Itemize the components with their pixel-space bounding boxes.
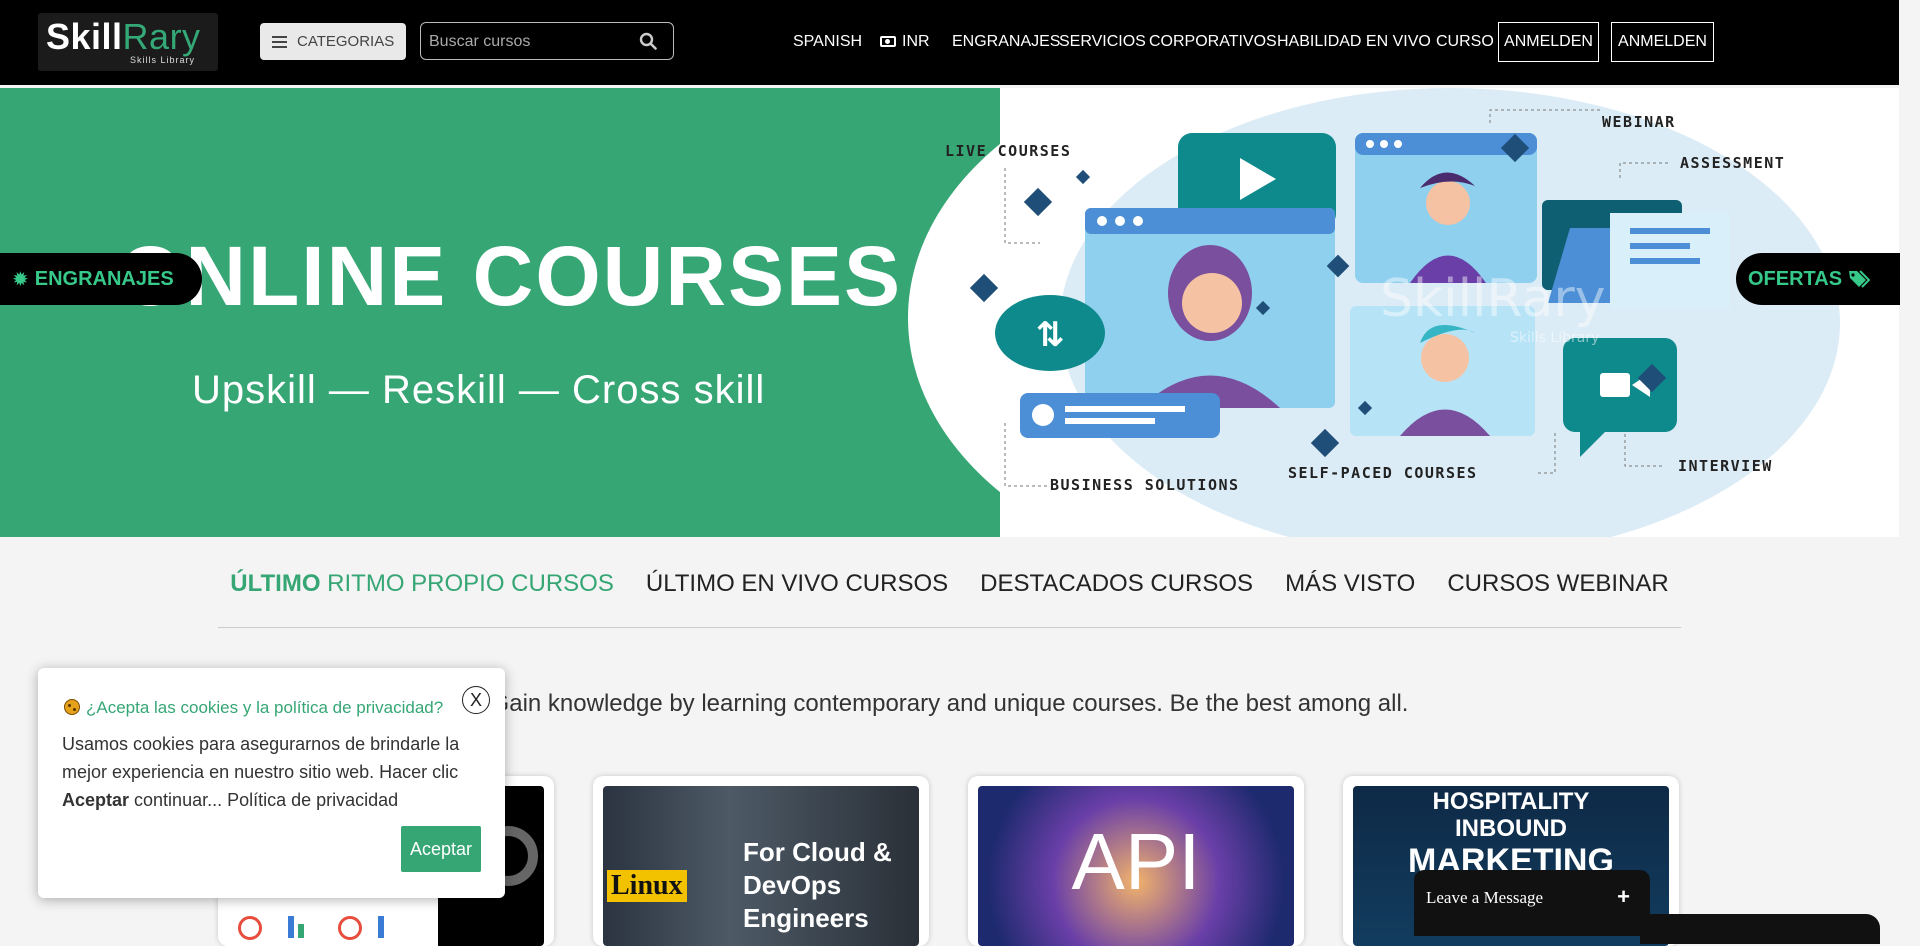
hero-label-interview: INTERVIEW [1678, 457, 1773, 475]
tabs-divider [218, 627, 1681, 628]
hero-label-self-paced: SELF-PACED COURSES [1288, 464, 1478, 482]
course-thumbnail: Linux For Cloud & DevOps Engineers [603, 786, 919, 946]
side-tab-label: ENGRANAJES [34, 267, 174, 290]
hero-title: ONLINE COURSES [118, 229, 903, 323]
nav-item-curso[interactable]: CURSO [1436, 33, 1494, 51]
hero-label-business-solutions: BUSINESS SOLUTIONS [1050, 476, 1240, 494]
hero-label-webinar: WEBINAR [1602, 113, 1676, 131]
course-card[interactable]: Linux For Cloud & DevOps Engineers [593, 776, 929, 946]
course-tabs: ÚLTIMO RITMO PROPIO CURSOS ÚLTIMO EN VIV… [0, 570, 1899, 598]
nav-item-servicios[interactable]: SERVICIOS [1059, 33, 1146, 51]
chat-widget-tail [1640, 914, 1880, 944]
ofertas-side-tab[interactable]: OFERTAS [1736, 253, 1900, 305]
thumb-text: Engineers [743, 903, 869, 933]
thumb-text: DevOps [743, 870, 842, 900]
nav-language[interactable]: SPANISH [793, 33, 862, 51]
hero-watermark: SkillRary [1380, 269, 1605, 329]
nav-item-corporativos[interactable]: CORPORATIVOS [1149, 33, 1277, 51]
nav-currency[interactable]: INR [880, 33, 930, 51]
tags-icon [1849, 270, 1871, 288]
course-card[interactable]: API [968, 776, 1304, 946]
cookie-icon [64, 699, 80, 715]
search-box [420, 22, 674, 60]
hero-label-live-courses: LIVE COURSES [945, 142, 1071, 160]
tab-latest-live[interactable]: ÚLTIMO EN VIVO CURSOS [646, 570, 948, 598]
gear-icon: ✹ [12, 268, 29, 291]
hero-watermark-sub: Skills Library [1510, 330, 1599, 346]
signup-button[interactable]: ANMELDEN [1611, 22, 1714, 62]
thumb-text: For Cloud & [743, 837, 892, 867]
leave-message-widget[interactable]: Leave a Message + [1414, 870, 1650, 936]
cookie-consent-dialog: ¿Acepta las cookies y la política de pri… [38, 668, 505, 898]
tab-webinar[interactable]: CURSOS WEBINAR [1447, 570, 1668, 598]
categories-label: CATEGORIAS [297, 33, 395, 50]
nav-item-habilidad-en-vivo[interactable]: HABILIDAD EN VIVO [1277, 33, 1431, 51]
linux-logo: Linux [607, 870, 687, 902]
hero-banner[interactable]: ONLINE COURSES Upskill — Reskill — Cross… [0, 88, 1899, 537]
hero-illustration: ⇅ LIVE COURSES WEBINAR ASSESSMENT BUSINE… [945, 88, 1840, 537]
chat-label: Leave a Message [1426, 888, 1544, 907]
thumb-text: HOSPITALITY [1432, 788, 1590, 815]
cookie-title: ¿Acepta las cookies y la política de pri… [64, 698, 443, 718]
login-button[interactable]: ANMELDEN [1498, 22, 1599, 62]
tab-featured[interactable]: DESTACADOS CURSOS [980, 570, 1253, 598]
cookie-message: Usamos cookies para asegurarnos de brind… [62, 734, 460, 810]
course-thumbnail: API [978, 786, 1294, 946]
plus-icon[interactable]: + [1617, 884, 1630, 910]
hero-subtitle: Upskill — Reskill — Cross skill [192, 368, 766, 412]
hamburger-icon [272, 35, 287, 48]
top-navbar: SkillRary Skills Library CATEGORIAS SPAN… [0, 0, 1899, 85]
hero-label-assessment: ASSESSMENT [1680, 154, 1785, 172]
logo-subtitle: Skills Library [130, 55, 196, 65]
svg-text:⇅: ⇅ [1036, 315, 1065, 355]
logo-wordmark: SkillRary [46, 16, 201, 57]
search-input[interactable] [427, 27, 631, 57]
thumb-text: INBOUND [1455, 815, 1567, 842]
thumb-text: API [1071, 817, 1201, 906]
money-icon [880, 36, 896, 47]
skillrary-logo[interactable]: SkillRary Skills Library [38, 13, 218, 71]
categories-button[interactable]: CATEGORIAS [260, 23, 406, 60]
search-icon[interactable] [639, 32, 657, 50]
engranajes-side-tab[interactable]: ✹ ENGRANAJES [0, 253, 202, 305]
tab-latest-self-paced[interactable]: ÚLTIMO RITMO PROPIO CURSOS [230, 570, 614, 598]
accept-button[interactable]: Aceptar [401, 826, 481, 872]
tab-most-viewed[interactable]: MÁS VISTO [1285, 570, 1415, 598]
close-button[interactable]: X [462, 686, 490, 714]
side-tab-label: OFERTAS [1748, 267, 1843, 290]
nav-item-engranajes[interactable]: ENGRANAJES [952, 33, 1060, 51]
